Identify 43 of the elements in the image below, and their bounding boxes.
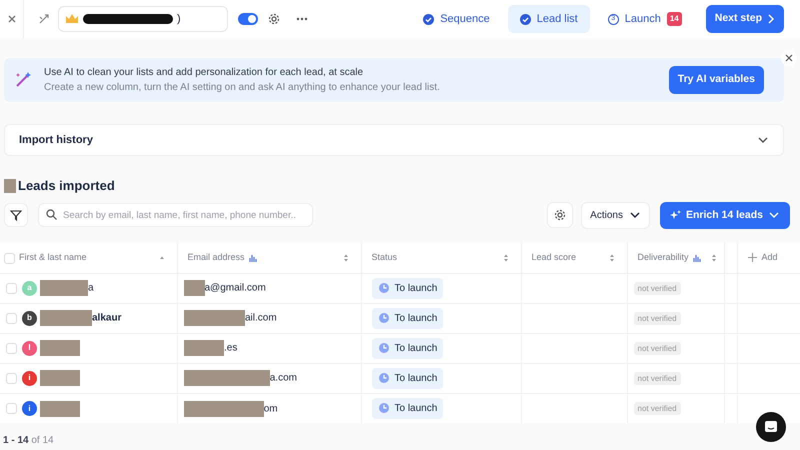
pagination-text: 1 - 14 of 14 bbox=[3, 435, 54, 446]
status-tag: To launch bbox=[372, 338, 444, 358]
step-tab[interactable]: Lead list bbox=[508, 4, 590, 34]
deliverability-tag: not verified bbox=[634, 372, 681, 385]
email-text: a.com bbox=[270, 372, 297, 384]
section-heading: Leads imported bbox=[18, 177, 115, 195]
avatar: l bbox=[22, 340, 37, 356]
avatar: b bbox=[22, 310, 37, 326]
next-step-button[interactable]: Next step bbox=[706, 5, 784, 33]
email-text: om bbox=[264, 403, 278, 414]
status-tag: To launch bbox=[372, 368, 444, 388]
email-text: a@gmail.com bbox=[204, 282, 266, 294]
enrich-leads-button[interactable]: Enrich 14 leads bbox=[660, 202, 790, 230]
status-tag: To launch bbox=[372, 308, 444, 328]
lead-name: alkaur bbox=[92, 312, 122, 324]
column-header[interactable]: Status bbox=[372, 251, 398, 265]
deliverability-tag: not verified bbox=[634, 282, 681, 295]
avatar: i bbox=[22, 370, 37, 386]
deliverability-tag: not verified bbox=[634, 342, 681, 355]
avatar: a bbox=[22, 280, 37, 296]
status-tag: To launch bbox=[372, 278, 444, 298]
avatar: i bbox=[22, 401, 37, 416]
banner-title: Use AI to clean your lists and add personalization for each lead, at scale bbox=[44, 66, 364, 80]
step-tab[interactable]: Sequence bbox=[411, 4, 502, 34]
banner-text: Create a new column, turn the AI setting on and ask AI anything to enhance your lead list. bbox=[44, 81, 441, 95]
add-column-button[interactable]: Add bbox=[748, 252, 778, 262]
deliverability-tag: not verified bbox=[634, 402, 681, 415]
column-header[interactable]: First & last name bbox=[19, 251, 87, 265]
deliverability-tag: not verified bbox=[634, 312, 681, 325]
actions-button[interactable]: Actions bbox=[581, 202, 650, 229]
status-tag: To launch bbox=[372, 398, 444, 419]
column-header[interactable]: Lead score bbox=[532, 251, 576, 265]
column-header[interactable]: Deliverability bbox=[638, 251, 689, 265]
panel-title: Import history bbox=[19, 132, 93, 148]
import-history-panel[interactable]: Import history bbox=[4, 124, 784, 156]
campaign-title-field[interactable]: ) bbox=[58, 6, 228, 32]
email-text: ail.com bbox=[245, 312, 277, 324]
count-badge: 14 bbox=[666, 12, 682, 26]
try-ai-variables-button[interactable]: Try AI variables bbox=[668, 66, 764, 94]
search-field[interactable]: Search by email, last name, first name, phone number.. bbox=[38, 203, 313, 228]
email-text: .es bbox=[224, 342, 238, 354]
lead-name: a bbox=[88, 282, 94, 294]
column-header[interactable]: Email address bbox=[188, 251, 245, 265]
